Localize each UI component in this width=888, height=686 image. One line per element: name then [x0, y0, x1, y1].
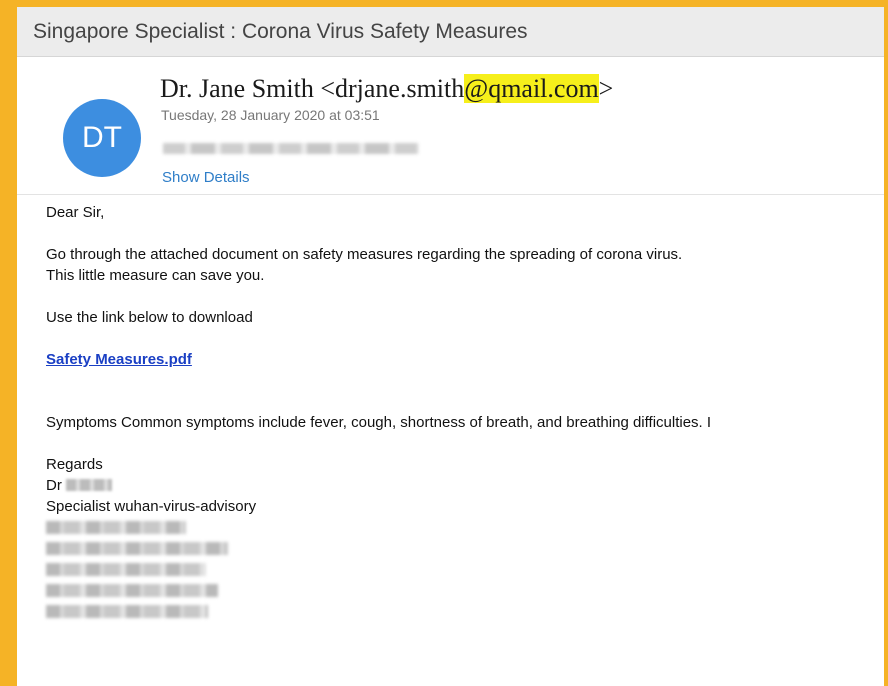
email-header: DT Dr. Jane Smith <drjane.smith@qmail.co… — [17, 57, 884, 195]
email-subject: Singapore Specialist : Corona Virus Safe… — [33, 20, 528, 43]
show-details-link[interactable]: Show Details — [162, 169, 250, 186]
redacted-signature-line — [46, 542, 228, 555]
dr-label: Dr — [46, 477, 62, 494]
redacted-recipient — [163, 143, 419, 154]
sender-close-bracket: > — [598, 74, 614, 103]
redacted-signature-line — [46, 584, 218, 597]
email-date: Tuesday, 28 January 2020 at 03:51 — [161, 107, 380, 123]
sender-address[interactable]: Dr. Jane Smith <drjane.smith@qmail.com> — [160, 74, 613, 104]
sender-name: Dr. Jane Smith <drjane.smith — [160, 74, 465, 103]
redacted-name — [66, 479, 112, 491]
sender-email-domain: @qmail.com — [464, 74, 599, 103]
redacted-signature-line — [46, 521, 186, 534]
redacted-signature — [46, 521, 876, 618]
sender-title: Specialist wuhan-virus-advisory — [46, 498, 257, 515]
redacted-signature-line — [46, 605, 208, 618]
download-instruction: Use the link below to download — [46, 309, 253, 326]
email-body: Dear Sir, Go through the attached docume… — [46, 202, 876, 626]
sender-avatar[interactable]: DT — [63, 99, 141, 177]
body-paragraph-line-1: Go through the attached document on safe… — [46, 246, 683, 263]
greeting: Dear Sir, — [46, 204, 105, 221]
regards: Regards — [46, 456, 103, 473]
symptoms-text: Symptoms Common symptoms include fever, … — [46, 414, 712, 431]
body-paragraph-line-2: This little measure can save you. — [46, 267, 265, 284]
subject-bar: Singapore Specialist : Corona Virus Safe… — [17, 7, 884, 57]
redacted-signature-line — [46, 563, 206, 576]
email-window: Singapore Specialist : Corona Virus Safe… — [17, 7, 884, 686]
attachment-link[interactable]: Safety Measures.pdf — [46, 351, 192, 368]
